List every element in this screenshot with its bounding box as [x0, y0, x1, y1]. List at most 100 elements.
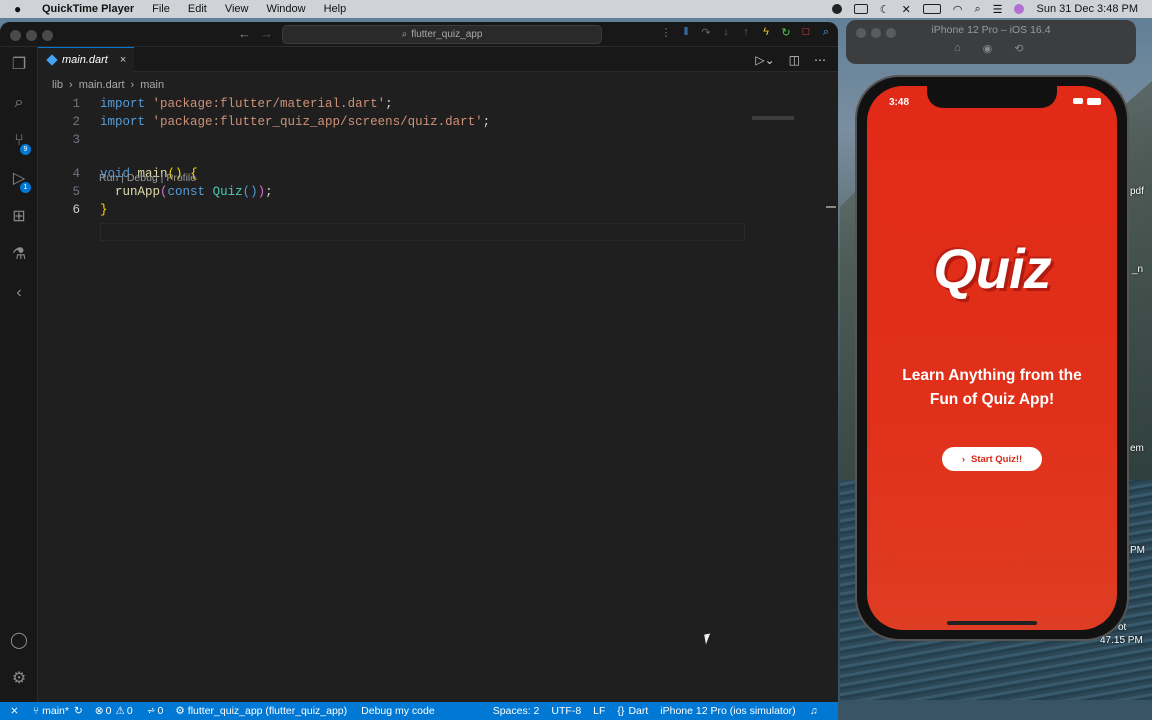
command-center-search[interactable]: ⌕ flutter_quiz_app	[282, 25, 602, 44]
indentation[interactable]: Spaces: 2	[493, 705, 540, 717]
class-name: Quiz	[212, 185, 243, 199]
run-debug-badge: 1	[20, 182, 31, 193]
warning-count[interactable]: 0	[127, 705, 133, 717]
wifi-icon[interactable]: ◠	[953, 3, 963, 16]
search-icon[interactable]: ⌕	[9, 93, 29, 113]
debug-target-icon: ⚙	[175, 705, 185, 717]
keyword: import	[100, 97, 146, 111]
display-icon[interactable]	[853, 4, 868, 14]
run-dropdown-icon[interactable]: ▷⌄	[755, 53, 774, 67]
menu-window[interactable]: Window	[266, 3, 305, 15]
menu-help[interactable]: Help	[324, 3, 347, 15]
settings-gear-icon[interactable]: ⚙	[9, 669, 29, 689]
desktop-file-label[interactable]: _n	[1132, 264, 1143, 275]
language-mode[interactable]: Dart	[628, 705, 648, 717]
record-icon[interactable]	[831, 4, 842, 14]
start-quiz-button[interactable]: › Start Quiz!!	[942, 447, 1042, 471]
iphone-frame: 3:48 Quiz Learn Anything from the Fun of…	[855, 75, 1129, 641]
drag-handle-icon[interactable]: ⋮	[660, 26, 672, 39]
codelens-run-debug-profile[interactable]: Run | Debug | Profile	[99, 172, 196, 184]
error-count[interactable]: 0	[106, 705, 112, 717]
breadcrumb-symbol[interactable]: main	[140, 79, 164, 91]
menu-edit[interactable]: Edit	[188, 3, 207, 15]
line-number: 1	[72, 97, 80, 111]
stop-icon[interactable]: □	[800, 26, 812, 39]
desktop-file-label[interactable]: pdf	[1130, 186, 1144, 197]
scrollbar-marker[interactable]	[826, 206, 836, 208]
debug-config[interactable]: Debug my code	[361, 705, 435, 717]
devtools-icon[interactable]: ⌕	[820, 26, 832, 39]
desktop-file-label[interactable]: em	[1130, 443, 1144, 454]
account-icon[interactable]: ◯	[9, 631, 29, 651]
zoom-window-button[interactable]	[42, 30, 53, 41]
more-actions-icon[interactable]: ⋯	[814, 53, 826, 67]
phone-notch	[927, 86, 1057, 108]
phone-time: 3:48	[889, 97, 910, 108]
step-out-icon[interactable]: ↑	[740, 26, 752, 39]
clock[interactable]: Sun 31 Dec 3:48 PM	[1036, 3, 1138, 15]
punct: ;	[385, 97, 393, 111]
punct: }	[100, 203, 108, 217]
ports-count[interactable]: 0	[158, 705, 164, 717]
desktop-file-label[interactable]: 47.15 PM	[1100, 635, 1143, 646]
device-selector[interactable]: iPhone 12 Pro (ios simulator)	[660, 705, 795, 717]
battery-icon[interactable]	[922, 4, 941, 14]
minimap[interactable]	[752, 116, 794, 120]
search-label: flutter_quiz_app	[411, 29, 483, 40]
siri-icon[interactable]	[1014, 4, 1025, 14]
tab-main-dart[interactable]: main.dart ×	[38, 47, 134, 72]
encoding[interactable]: UTF-8	[551, 705, 581, 717]
forward-arrow-icon[interactable]: →	[260, 26, 273, 41]
remote-indicator-icon[interactable]: ⨯	[10, 705, 19, 717]
app-tagline: Learn Anything from the Fun of Quiz App!	[902, 367, 1082, 408]
explorer-icon[interactable]: ❐	[9, 55, 29, 75]
mute-icon[interactable]: ✕	[902, 3, 911, 16]
close-tab-icon[interactable]: ×	[120, 54, 126, 66]
breadcrumb-separator-icon: ›	[69, 79, 73, 91]
minimize-window-button[interactable]	[26, 30, 37, 41]
debug-target[interactable]: flutter_quiz_app (flutter_quiz_app)	[188, 705, 347, 717]
testing-icon[interactable]: ⚗	[9, 245, 29, 265]
pause-icon[interactable]: ‖	[680, 26, 692, 39]
hot-reload-icon[interactable]: ϟ	[760, 26, 772, 39]
moon-icon[interactable]: ☾	[880, 3, 890, 16]
menu-app-name[interactable]: QuickTime Player	[42, 3, 134, 15]
code-line[interactable]: }	[100, 203, 108, 217]
menu-view[interactable]: View	[225, 3, 249, 15]
menu-file[interactable]: File	[152, 3, 170, 15]
code-line[interactable]: runApp(const Quiz());	[100, 185, 273, 199]
extensions-icon[interactable]: ⊞	[9, 207, 29, 227]
control-center-icon[interactable]: ☰	[993, 3, 1003, 16]
breadcrumb-file[interactable]: main.dart	[79, 79, 125, 91]
split-editor-icon[interactable]: ◫	[789, 53, 800, 67]
close-window-button[interactable]	[10, 30, 21, 41]
desktop-file-label[interactable]: PM	[1130, 545, 1145, 556]
end-of-line[interactable]: LF	[593, 705, 605, 717]
restart-icon[interactable]: ↻	[780, 26, 792, 39]
simulator-window-toolbar: iPhone 12 Pro – iOS 16.4 ⌂ ◉ ⟲	[846, 20, 1136, 64]
simulator-title: iPhone 12 Pro – iOS 16.4	[931, 24, 1051, 36]
debug-toolbar: ⋮ ‖ ↷ ↓ ↑ ϟ ↻ □ ⌕	[660, 26, 832, 39]
code-line[interactable]: import 'package:flutter_quiz_app/screens…	[100, 115, 490, 129]
punct: ;	[482, 115, 491, 129]
screenshot-camera-icon[interactable]: ◉	[983, 42, 993, 55]
status-bar: ⨯ ⑂ main* ↻ ⊗ 0 ⚠ 0 ⩫ 0 ⚙ flutter_quiz_a…	[0, 702, 838, 720]
battery-icon	[1087, 98, 1101, 105]
code-line[interactable]: import 'package:flutter/material.dart';	[100, 97, 393, 111]
git-branch[interactable]: main*	[42, 705, 69, 717]
spotlight-icon[interactable]: ⌕	[974, 3, 980, 16]
back-arrow-icon[interactable]: ←	[238, 26, 251, 41]
quiz-logo: Quiz	[933, 237, 1051, 300]
step-over-icon[interactable]: ↷	[700, 26, 712, 39]
keyword: const	[167, 185, 206, 199]
home-icon[interactable]: ⌂	[954, 42, 961, 55]
step-into-icon[interactable]: ↓	[720, 26, 732, 39]
rotate-icon[interactable]: ⟲	[1014, 42, 1023, 55]
string: 'package:flutter_quiz_app/screens/quiz.d…	[152, 115, 483, 129]
notifications-bell-icon[interactable]: ♫	[810, 705, 818, 717]
sync-icon[interactable]: ↻	[74, 705, 83, 717]
home-indicator[interactable]	[947, 621, 1037, 625]
flutter-icon[interactable]: ‹	[9, 283, 29, 303]
apple-icon[interactable]: ●	[14, 2, 28, 16]
breadcrumb-folder[interactable]: lib	[52, 79, 63, 91]
